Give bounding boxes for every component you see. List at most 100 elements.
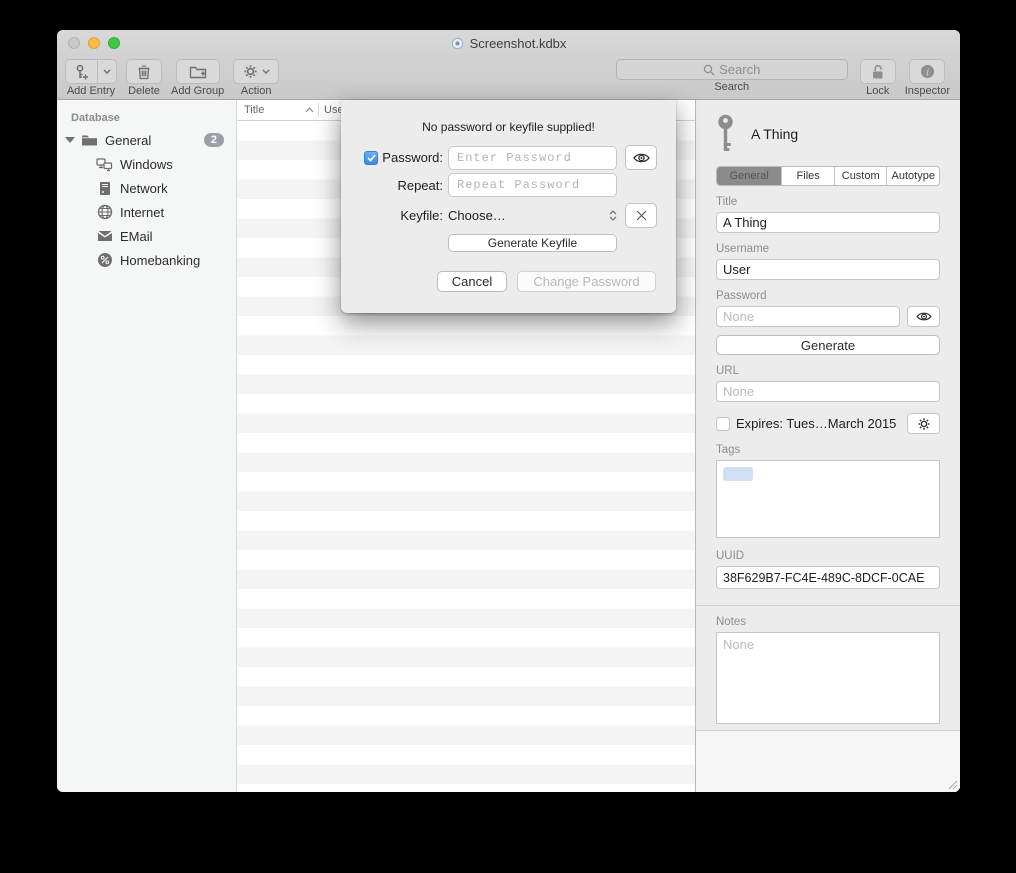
entry-title: A Thing: [751, 126, 798, 142]
change-password-button[interactable]: Change Password: [517, 271, 656, 292]
tags-label: Tags: [716, 444, 940, 456]
percent-icon: [96, 252, 113, 268]
close-button[interactable]: [68, 37, 80, 49]
column-header-title[interactable]: Title: [244, 104, 305, 116]
section-divider: [696, 605, 960, 606]
search-placeholder: Search: [719, 62, 760, 77]
tab-files[interactable]: Files: [781, 167, 834, 185]
globe-icon: [96, 204, 113, 220]
traffic-lights: [68, 37, 120, 49]
tags-field[interactable]: [716, 460, 940, 538]
reveal-password-button[interactable]: [625, 145, 657, 170]
reveal-password-button[interactable]: [907, 306, 940, 327]
expires-checkbox[interactable]: [716, 417, 730, 431]
server-icon: [96, 181, 113, 196]
add-entry-dropdown[interactable]: [97, 60, 116, 83]
lock-item: Lock: [860, 59, 896, 97]
window-chrome: Screenshot.kdbx Add Entry D: [57, 30, 960, 100]
keyfile-value: Choose…: [448, 208, 506, 223]
entry-header: A Thing: [716, 114, 940, 154]
key-plus-icon[interactable]: [66, 60, 97, 83]
tab-custom[interactable]: Custom: [834, 167, 887, 185]
add-group-button[interactable]: [176, 59, 220, 84]
repeat-row: Repeat:: [341, 173, 676, 197]
eye-icon: [916, 311, 932, 322]
password-checkbox[interactable]: [364, 151, 378, 165]
action-label: Action: [241, 85, 272, 97]
count-badge: 2: [204, 133, 224, 147]
resize-grip[interactable]: [948, 780, 958, 790]
clear-keyfile-button[interactable]: [625, 203, 657, 228]
username-input[interactable]: [716, 259, 940, 280]
sidebar-item-label: Homebanking: [120, 253, 200, 268]
disclosure-triangle-icon[interactable]: [65, 137, 75, 143]
sidebar-item-homebanking[interactable]: Homebanking: [57, 248, 236, 272]
check-icon: [367, 154, 376, 162]
add-group-label: Add Group: [171, 85, 224, 97]
add-entry-button[interactable]: [65, 59, 117, 84]
inspector-footer: [696, 730, 960, 792]
change-password-sheet: No password or keyfile supplied! Passwor…: [341, 100, 676, 313]
notes-textarea[interactable]: [716, 632, 940, 724]
generate-keyfile-button[interactable]: Generate Keyfile: [448, 234, 617, 252]
stepper-icon: [609, 210, 617, 221]
repeat-label: Repeat:: [397, 178, 443, 193]
keyfile-popup[interactable]: Choose…: [448, 208, 617, 223]
notes-label: Notes: [716, 616, 940, 628]
close-icon: [636, 210, 647, 221]
expires-row: Expires: Tues…March 2015: [716, 413, 940, 434]
add-entry-label: Add Entry: [67, 85, 115, 97]
chevron-down-icon: [262, 69, 270, 74]
zoom-button[interactable]: [108, 37, 120, 49]
sidebar-item-email[interactable]: EMail: [57, 224, 236, 248]
column-divider[interactable]: [318, 103, 319, 117]
toolbar: Add Entry Delete Add Group Action: [57, 57, 960, 100]
search-input[interactable]: Search: [616, 59, 848, 80]
sidebar-item-windows[interactable]: Windows: [57, 152, 236, 176]
password-input[interactable]: [716, 306, 900, 327]
delete-button[interactable]: [126, 59, 162, 84]
lock-button[interactable]: [860, 59, 896, 84]
inspector-tabs: General Files Custom Autotype: [716, 166, 940, 186]
info-icon: i: [920, 64, 935, 79]
titlebar[interactable]: Screenshot.kdbx: [57, 30, 960, 57]
sidebar-item-general[interactable]: General 2: [57, 128, 236, 152]
search-item: Search Search: [616, 59, 848, 93]
url-label: URL: [716, 365, 940, 377]
inspector-item: i Inspector: [905, 59, 950, 97]
tag-chip[interactable]: [723, 467, 753, 481]
username-label: Username: [716, 243, 940, 255]
uuid-input[interactable]: [716, 566, 940, 589]
app-window: Screenshot.kdbx Add Entry D: [57, 30, 960, 792]
action-button[interactable]: [233, 59, 279, 84]
chevron-down-icon: [103, 69, 111, 74]
sidebar-item-internet[interactable]: Internet: [57, 200, 236, 224]
repeat-password-input[interactable]: [448, 173, 617, 197]
password-input[interactable]: [448, 146, 617, 170]
lock-label: Lock: [866, 85, 889, 97]
title-input[interactable]: [716, 212, 940, 233]
tab-general[interactable]: General: [717, 167, 781, 185]
inspector-button[interactable]: i: [909, 59, 945, 84]
svg-text:i: i: [926, 67, 929, 78]
add-entry-item: Add Entry: [65, 59, 117, 97]
keyfile-row: Keyfile: Choose…: [341, 203, 676, 228]
sidebar-item-label: Windows: [120, 157, 173, 172]
document-proxy-icon[interactable]: [451, 37, 464, 50]
tab-autotype[interactable]: Autotype: [886, 167, 939, 185]
generate-password-button[interactable]: Generate: [716, 335, 940, 355]
sidebar-item-network[interactable]: Network: [57, 176, 236, 200]
url-input[interactable]: [716, 381, 940, 402]
inspector-panel: A Thing General Files Custom Autotype Ti…: [695, 100, 960, 792]
search-icon: [703, 64, 715, 76]
minimize-button[interactable]: [88, 37, 100, 49]
sidebar-header: Database: [57, 108, 236, 128]
sort-ascending-icon[interactable]: [305, 107, 314, 113]
expires-settings-button[interactable]: [907, 413, 940, 434]
envelope-icon: [96, 230, 113, 242]
sidebar-item-label: Internet: [120, 205, 164, 220]
cancel-button[interactable]: Cancel: [437, 271, 507, 292]
inspector-label: Inspector: [905, 85, 950, 97]
sidebar-item-label: EMail: [120, 229, 153, 244]
folder-plus-icon: [189, 64, 207, 79]
